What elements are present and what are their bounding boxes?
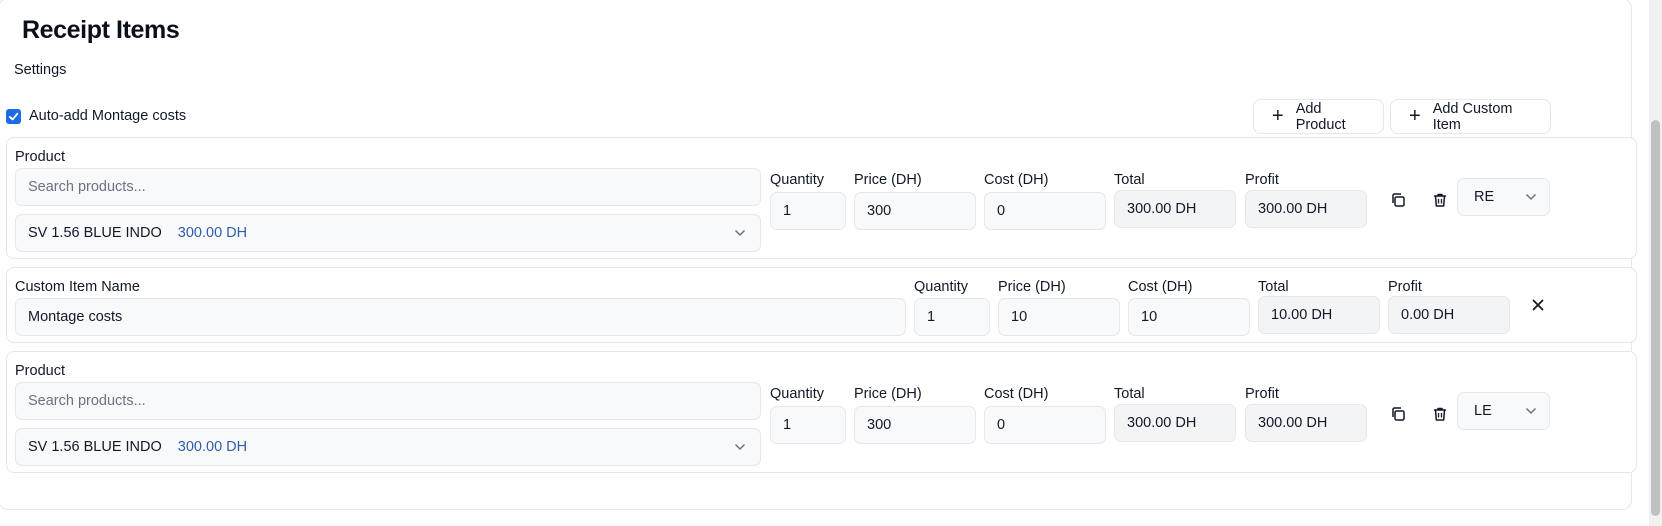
delete-button[interactable]: [1428, 402, 1452, 426]
trash-icon: [1434, 407, 1446, 421]
chevron-down-icon: [734, 229, 746, 237]
profit-label: Profit: [1245, 172, 1279, 188]
cost-label: Cost (DH): [984, 172, 1049, 188]
page-title: Receipt Items: [22, 16, 180, 44]
plus-icon: +: [1272, 104, 1284, 127]
duplicate-button[interactable]: [1386, 402, 1410, 426]
delete-button[interactable]: [1428, 188, 1452, 212]
quantity-input[interactable]: 1: [770, 406, 846, 444]
quantity-label: Quantity: [770, 386, 824, 402]
quantity-label: Quantity: [914, 279, 968, 295]
product-label: Product: [15, 363, 65, 379]
quantity-input[interactable]: 1: [770, 192, 846, 230]
product-item-row: Product Search products... SV 1.56 BLUE …: [6, 351, 1637, 473]
add-custom-item-button[interactable]: + Add Custom Item: [1390, 99, 1551, 134]
product-price: 300.00 DH: [177, 439, 248, 455]
profit-value: 0.00 DH: [1388, 296, 1510, 334]
chevron-down-icon: [1525, 407, 1537, 415]
scrollbar-thumb[interactable]: [1651, 120, 1660, 516]
eye-select[interactable]: RE: [1457, 178, 1550, 216]
profit-label: Profit: [1245, 386, 1279, 402]
eye-select[interactable]: LE: [1457, 392, 1550, 430]
product-search-input[interactable]: Search products...: [15, 382, 761, 420]
chevron-down-icon: [1525, 193, 1537, 201]
total-value: 300.00 DH: [1114, 404, 1236, 442]
chevron-down-icon: [734, 443, 746, 451]
price-input[interactable]: 300: [854, 192, 976, 230]
quantity-input[interactable]: 1: [914, 298, 990, 336]
price-input[interactable]: 10: [998, 298, 1120, 336]
total-value: 10.00 DH: [1258, 296, 1380, 334]
eye-select-value: RE: [1474, 189, 1495, 205]
total-label: Total: [1258, 279, 1289, 295]
price-label: Price (DH): [854, 172, 922, 188]
remove-item-button[interactable]: [1526, 293, 1550, 317]
cost-input[interactable]: 0: [984, 192, 1106, 230]
copy-icon: [1392, 193, 1405, 207]
auto-add-option[interactable]: Auto-add Montage costs: [6, 108, 186, 124]
eye-select-value: LE: [1474, 403, 1492, 419]
cost-input[interactable]: 10: [1128, 298, 1250, 336]
product-name: SV 1.56 BLUE INDO: [28, 225, 162, 241]
cost-label: Cost (DH): [984, 386, 1049, 402]
copy-icon: [1392, 407, 1405, 421]
add-product-button[interactable]: + Add Product: [1253, 99, 1384, 134]
profit-value: 300.00 DH: [1245, 190, 1367, 228]
product-item-row: Product Search products... SV 1.56 BLUE …: [6, 137, 1637, 259]
cost-input[interactable]: 0: [984, 406, 1106, 444]
profit-label: Profit: [1388, 279, 1422, 295]
auto-add-checkbox[interactable]: [6, 108, 21, 124]
add-product-label: Add Product: [1295, 100, 1346, 133]
profit-value: 300.00 DH: [1245, 404, 1367, 442]
duplicate-button[interactable]: [1386, 188, 1410, 212]
price-label: Price (DH): [854, 386, 922, 402]
price-label: Price (DH): [998, 279, 1066, 295]
total-label: Total: [1114, 386, 1145, 402]
check-icon: [8, 112, 19, 120]
trash-icon: [1434, 193, 1446, 207]
total-value: 300.00 DH: [1114, 190, 1236, 228]
product-name: SV 1.56 BLUE INDO: [28, 439, 162, 455]
custom-item-name-input[interactable]: Montage costs: [15, 298, 906, 336]
price-input[interactable]: 300: [854, 406, 976, 444]
auto-add-label: Auto-add Montage costs: [29, 108, 187, 124]
quantity-label: Quantity: [770, 172, 824, 188]
total-label: Total: [1114, 172, 1145, 188]
custom-item-row: Custom Item Name Montage costs Quantity …: [6, 267, 1637, 343]
plus-icon: +: [1409, 104, 1421, 127]
add-custom-item-label: Add Custom Item: [1432, 100, 1513, 133]
custom-item-name-label: Custom Item Name: [15, 279, 140, 295]
product-search-input[interactable]: Search products...: [15, 168, 761, 206]
product-select[interactable]: SV 1.56 BLUE INDO 300.00 DH: [15, 428, 761, 466]
product-price: 300.00 DH: [177, 225, 248, 241]
cost-label: Cost (DH): [1128, 279, 1193, 295]
product-select[interactable]: SV 1.56 BLUE INDO 300.00 DH: [15, 214, 761, 252]
product-label: Product: [15, 149, 65, 165]
close-icon: [1532, 299, 1544, 311]
settings-label: Settings: [14, 62, 67, 78]
